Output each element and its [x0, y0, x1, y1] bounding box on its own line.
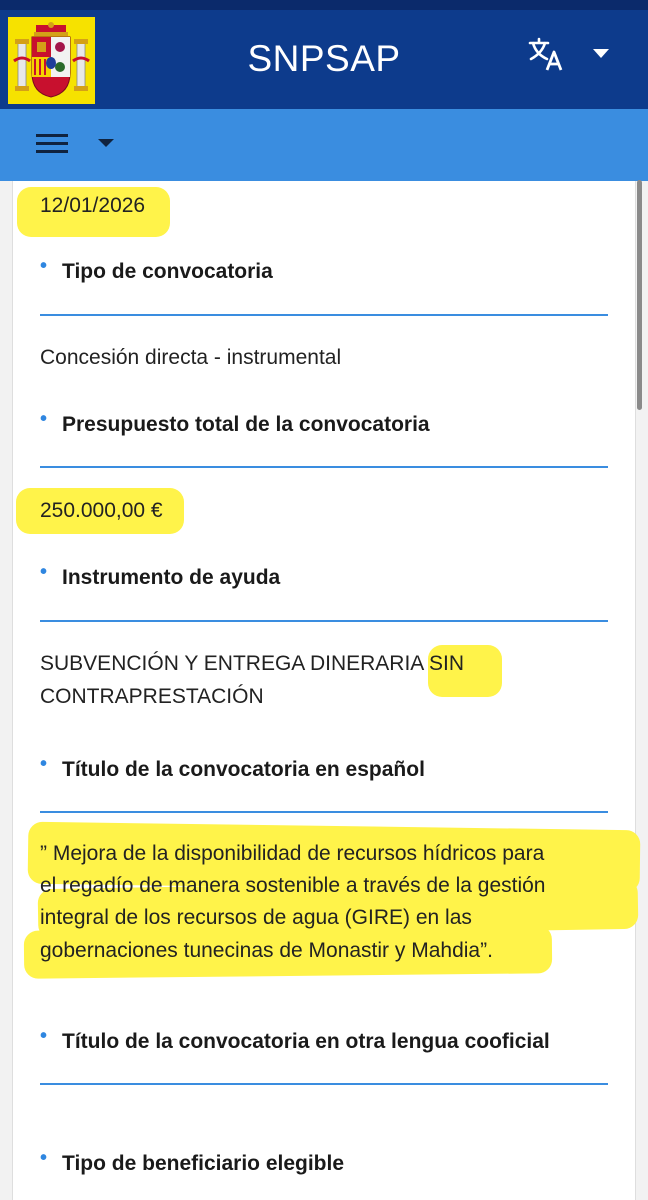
titulo-es-line1: ” Mejora de la disponibilidad de recurso… [40, 842, 545, 865]
tipo-value: Concesión directa - instrumental [40, 346, 342, 369]
divider [40, 1083, 608, 1085]
status-strip [0, 0, 648, 10]
bullet-icon: • [40, 753, 48, 775]
translate-icon [528, 37, 563, 71]
chevron-down-icon [98, 139, 114, 147]
app-header: SNPSAP [0, 10, 648, 109]
titulo-es-line2: el regadío de manera sostenible a través… [40, 874, 546, 897]
bullet-icon: • [40, 1147, 48, 1169]
titulo-es-line4: gobernaciones tunecinas de Monastir y Ma… [40, 939, 493, 962]
divider [40, 466, 608, 468]
instrumento-value-line2: CONTRAPRESTACIÓN [40, 685, 264, 708]
hamburger-menu-button[interactable] [36, 131, 126, 161]
chevron-down-icon [593, 49, 609, 58]
bullet-icon: • [40, 255, 48, 277]
divider [40, 314, 608, 316]
language-selector-button[interactable] [526, 32, 626, 82]
scrollbar-thumb[interactable] [637, 180, 642, 410]
bullet-icon: • [40, 408, 48, 430]
instrumento-value-line1: SUBVENCIÓN Y ENTREGA DINERARIA SIN [40, 652, 464, 675]
presupuesto-value: 250.000,00 € [40, 499, 163, 522]
bullet-icon: • [40, 561, 48, 583]
navigation-bar [0, 109, 648, 181]
divider [40, 620, 608, 622]
titulo-es-line3: integral de los recursos de agua (GIRE) … [40, 906, 472, 929]
date-value: 12/01/2026 [40, 194, 146, 217]
bullet-icon: • [40, 1025, 48, 1047]
divider [40, 811, 608, 813]
hamburger-menu-icon [36, 134, 68, 137]
